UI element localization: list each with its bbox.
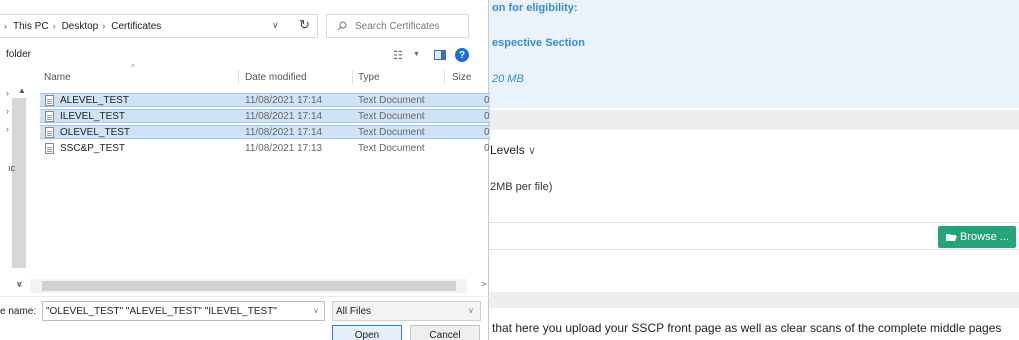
nav-item-icon[interactable]: › <box>6 124 9 134</box>
column-divider[interactable] <box>444 70 445 84</box>
nav-item-icon[interactable]: › <box>6 106 9 116</box>
chevron-right-icon: › <box>52 21 56 31</box>
browse-button[interactable]: Browse ... <box>938 226 1016 248</box>
column-header-date[interactable]: Date modified <box>245 67 307 87</box>
chevron-down-icon[interactable]: ▼ <box>413 51 420 58</box>
nav-item-icon[interactable]: › <box>6 88 9 98</box>
open-button[interactable]: Open <box>332 325 402 340</box>
chevron-down-icon[interactable]: ∨ <box>313 306 319 315</box>
search-input[interactable]: Search Certificates <box>326 14 469 38</box>
scrollbar-thumb[interactable] <box>42 281 456 291</box>
preview-pane-icon[interactable] <box>434 50 446 60</box>
column-header-size[interactable]: Size <box>452 67 471 87</box>
file-type: Text Document <box>358 127 425 138</box>
file-size: 0 <box>484 127 490 138</box>
chevron-right-icon: › <box>102 21 106 31</box>
folder-open-icon <box>946 234 958 241</box>
refresh-icon[interactable]: ↻ <box>299 17 310 33</box>
file-name-field[interactable]: "OLEVEL_TEST" "ALEVEL_TEST" "ILEVEL_TEST… <box>42 301 325 321</box>
text-file-icon <box>45 111 54 122</box>
file-date: 11/08/2021 17:14 <box>245 111 323 122</box>
text-file-icon <box>45 143 54 154</box>
file-type: Text Document <box>358 111 425 122</box>
file-name-label: e name: <box>0 306 37 317</box>
file-row[interactable]: ILEVEL_TEST 11/08/2021 17:14 Text Docume… <box>40 109 490 123</box>
file-type: Text Document <box>358 143 425 154</box>
file-name: ALEVEL_TEST <box>60 95 129 106</box>
chevron-down-icon[interactable]: ∨ <box>468 306 474 315</box>
column-divider[interactable] <box>352 70 353 84</box>
levels-dropdown[interactable]: Levels ∨ <box>490 143 536 157</box>
file-type-select[interactable]: All Files <box>332 301 481 321</box>
chevron-down-icon: ∨ <box>528 145 537 157</box>
eligibility-text: on for eligibility: <box>492 2 578 14</box>
scroll-left-icon[interactable]: < <box>17 279 22 289</box>
file-type: Text Document <box>358 95 425 106</box>
column-divider[interactable] <box>238 70 239 84</box>
file-name: OLEVEL_TEST <box>60 127 131 138</box>
new-folder-button[interactable]: folder <box>6 49 31 60</box>
file-size: 0 <box>484 143 490 154</box>
text-file-icon <box>45 127 54 138</box>
nav-item-label: ıc <box>8 163 16 173</box>
file-date: 11/08/2021 17:14 <box>245 127 323 138</box>
upload-note-text: that here you upload your SSCP front pag… <box>492 321 1002 335</box>
file-name: SSC&P_TEST <box>60 143 126 154</box>
browse-label: Browse ... <box>960 231 1009 243</box>
text-file-icon <box>45 95 54 106</box>
scroll-right-icon[interactable]: > <box>481 279 486 289</box>
help-icon[interactable]: ? <box>455 48 469 62</box>
file-date: 11/08/2021 17:13 <box>245 143 323 154</box>
cancel-button[interactable]: Cancel <box>410 325 480 340</box>
section-divider <box>488 292 1019 308</box>
file-date: 11/08/2021 17:14 <box>245 95 323 106</box>
file-row[interactable]: ALEVEL_TEST 11/08/2021 17:14 Text Docume… <box>40 93 490 107</box>
file-size: 0 <box>484 111 490 122</box>
levels-label: Levels <box>490 143 525 157</box>
section-text: espective Section <box>492 37 585 49</box>
divider <box>488 222 1019 223</box>
scroll-up-icon[interactable]: ▲ <box>18 86 26 95</box>
breadcrumb-certificates[interactable]: Certificates <box>111 21 161 32</box>
file-open-dialog: › This PC › Desktop › Certificates ∨ ↻ S… <box>0 0 490 340</box>
view-options-icon[interactable]: ☷ <box>393 49 403 62</box>
chevron-down-icon[interactable]: ∨ <box>272 20 279 31</box>
column-header-type[interactable]: Type <box>358 67 380 87</box>
size-limit-text: 20 MB <box>492 73 524 85</box>
chevron-right-icon: › <box>4 21 7 31</box>
file-row[interactable]: OLEVEL_TEST 11/08/2021 17:14 Text Docume… <box>40 125 490 139</box>
search-placeholder: Search Certificates <box>355 20 440 32</box>
breadcrumb-this-pc[interactable]: This PC <box>13 21 49 32</box>
section-divider <box>488 110 1019 130</box>
breadcrumb-desktop[interactable]: Desktop <box>62 21 99 32</box>
navigation-scrollbar[interactable] <box>12 98 26 268</box>
divider <box>488 249 1019 250</box>
per-file-text: 2MB per file) <box>490 181 553 193</box>
divider <box>0 296 489 297</box>
file-size: 0 <box>484 95 490 106</box>
file-name: ILEVEL_TEST <box>60 111 126 122</box>
column-header-name[interactable]: Name <box>44 67 71 87</box>
search-icon <box>337 21 347 31</box>
screen: on for eligibility: espective Section 20… <box>0 0 1019 340</box>
sort-ascending-icon: ^ <box>131 63 135 72</box>
info-panel <box>488 0 1019 108</box>
address-bar[interactable]: › This PC › Desktop › Certificates <box>0 14 318 38</box>
file-row[interactable]: SSC&P_TEST 11/08/2021 17:13 Text Documen… <box>40 142 490 156</box>
